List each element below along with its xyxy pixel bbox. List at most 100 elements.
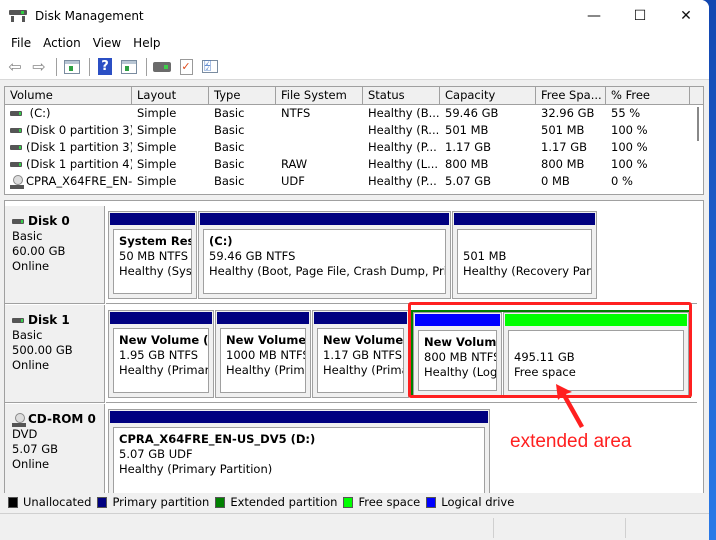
volume-cell-type: Basic [214,106,245,120]
column-layout[interactable]: Layout [132,87,209,105]
volume-cell-pct: 100 % [611,140,648,154]
hard-drive-icon [12,318,24,323]
volume-row[interactable]: (Disk 0 partition 3) Simple Basic Healthy (… [5,122,703,139]
column-type[interactable]: Type [209,87,276,105]
volume-cell-status: Healthy (P... [368,174,437,188]
menu-action[interactable]: Action [37,36,87,50]
partition-c-drive[interactable]: (C:) 59.46 GB NTFS Healthy (Boot, Page Fil… [198,211,451,299]
check-document-icon: ✓ [179,58,193,75]
volume-cell-capacity: 501 MB [445,123,489,137]
volume-cell-status: Healthy (L... [368,157,439,171]
status-bar [0,513,709,540]
status-separator [493,518,494,538]
volume-cell-type: Basic [214,140,245,154]
partition-color-bar [217,312,309,324]
legend-swatch [343,496,354,508]
volume-cell-fs: RAW [281,157,308,171]
window-title: Disk Management [35,9,144,23]
legend-swatch [8,496,18,508]
back-button[interactable]: ⇦ [4,56,26,78]
partition-color-bar [110,312,212,324]
legend-swatch [426,496,437,508]
volume-cell-capacity: 5.07 GB [445,174,492,188]
volume-cell-layout: Simple [137,157,177,171]
partition-cpra-d-drive[interactable]: CPRA_X64FRE_EN-US_DV5 (D:) 5.07 GB UDF Hea… [108,409,490,499]
partition-new-volume-e[interactable]: New Volume (E:1.95 GB NTFSHealthy (Prima… [108,310,214,398]
partition-new-volume-2[interactable]: New Volume (1000 MB NTFSHealthy (Primar [215,310,311,398]
disk-size: 500.00 GB [12,343,73,357]
column-volume[interactable]: Volume [5,87,132,105]
menu-help[interactable]: Help [127,36,166,50]
hard-drive-icon [10,111,22,116]
volume-row[interactable]: (Disk 1 partition 3) Simple Basic Healthy (… [5,139,703,156]
volume-cell-status: Healthy (B... [368,106,440,120]
column-status[interactable]: Status [363,87,440,105]
menu-file[interactable]: File [5,36,37,50]
volume-cell-capacity: 59.46 GB [445,106,499,120]
console-tree-icon [64,59,80,74]
maximize-button[interactable]: ☐ [617,0,663,32]
maximize-icon: ☐ [633,8,647,24]
volume-cell-type: Basic [214,174,245,188]
volume-row[interactable]: (C:) Simple Basic NTFS Healthy (B... 59.46 GB… [5,105,703,122]
volume-cell-pct: 0 % [611,174,633,188]
partition-color-bar [314,312,407,324]
toolbar-separator [56,57,57,76]
partition-color-bar [454,213,595,225]
volume-cell-capacity: 1.17 GB [445,140,492,154]
cd-drive-icon [12,412,26,427]
settings-button[interactable]: ☑ ☑ [199,56,221,78]
help-button[interactable]: ? [94,56,116,78]
partition-recovery[interactable]: 501 MB Healthy (Recovery Partiti [452,211,597,299]
back-icon: ⇦ [8,56,22,76]
volume-list-header: Volume Layout Type File System Status Ca… [5,87,703,105]
disk-management-window: Disk Management — ☐ ✕ File Action View H… [0,0,709,540]
minimize-icon: — [587,8,601,24]
volume-cell-free: 800 MB [541,157,585,171]
connect-disk-button[interactable] [151,56,173,78]
properties-button[interactable]: ✓ [175,56,197,78]
minimize-button[interactable]: — [571,0,617,32]
volume-cell-pct: 100 % [611,157,648,171]
close-button[interactable]: ✕ [663,0,709,32]
help-icon: ? [98,58,112,75]
disk-management-icon [9,9,27,23]
partition-color-bar [200,213,449,225]
volume-row[interactable]: (Disk 1 partition 4) Simple Basic RAW Health… [5,156,703,173]
column-free-space[interactable]: Free Spa... [536,87,606,105]
volume-cell-capacity: 800 MB [445,157,489,171]
annotation-arrow-icon [556,384,584,428]
legend-logical: Logical drive [426,495,514,509]
partition-color-bar [110,213,195,225]
show-hide-action-pane-button[interactable] [118,56,140,78]
disk-0-row: Disk 0 Basic 60.00 GB Online System Rese… [5,206,697,304]
forward-button[interactable]: ⇨ [28,56,50,78]
title-bar: Disk Management — ☐ ✕ [0,0,709,32]
legend-free-space: Free space [343,495,420,509]
disk-0-label[interactable]: Disk 0 Basic 60.00 GB Online [5,206,105,304]
volume-cell-fs: UDF [281,174,305,188]
volume-cell-volume: CPRA_X64FRE_EN-... [5,173,132,190]
disk-size: 5.07 GB [12,442,59,456]
hard-drive-icon [12,219,24,224]
disk-size: 60.00 GB [12,244,66,258]
legend-primary: Primary partition [97,495,209,509]
column-file-system[interactable]: File System [276,87,363,105]
volume-row[interactable]: CPRA_X64FRE_EN-... Simple Basic UDF Healthy … [5,173,703,190]
partition-new-volume-3[interactable]: New Volume (1.17 GB NTFSHealthy (Primar [312,310,409,398]
volume-list-scrollbar[interactable] [697,107,699,141]
cdrom-0-label[interactable]: CD-ROM 0 DVD 5.07 GB Online [5,404,105,494]
volume-cell-layout: Simple [137,123,177,137]
volume-cell-volume: (C:) [5,105,132,122]
column-capacity[interactable]: Capacity [440,87,536,105]
menu-view[interactable]: View [87,36,127,50]
legend-extended: Extended partition [215,495,337,509]
disk-1-label[interactable]: Disk 1 Basic 500.00 GB Online [5,305,105,403]
column-percent-free[interactable]: % Free [606,87,690,105]
show-hide-console-tree-button[interactable] [61,56,83,78]
disk-state: Online [12,358,50,372]
volume-cell-pct: 55 % [611,106,641,120]
partition-system-reserved[interactable]: System Reser50 MB NTFSHealthy (Syste [108,211,197,299]
hard-drive-icon [10,162,22,167]
volume-cell-status: Healthy (P... [368,140,437,154]
